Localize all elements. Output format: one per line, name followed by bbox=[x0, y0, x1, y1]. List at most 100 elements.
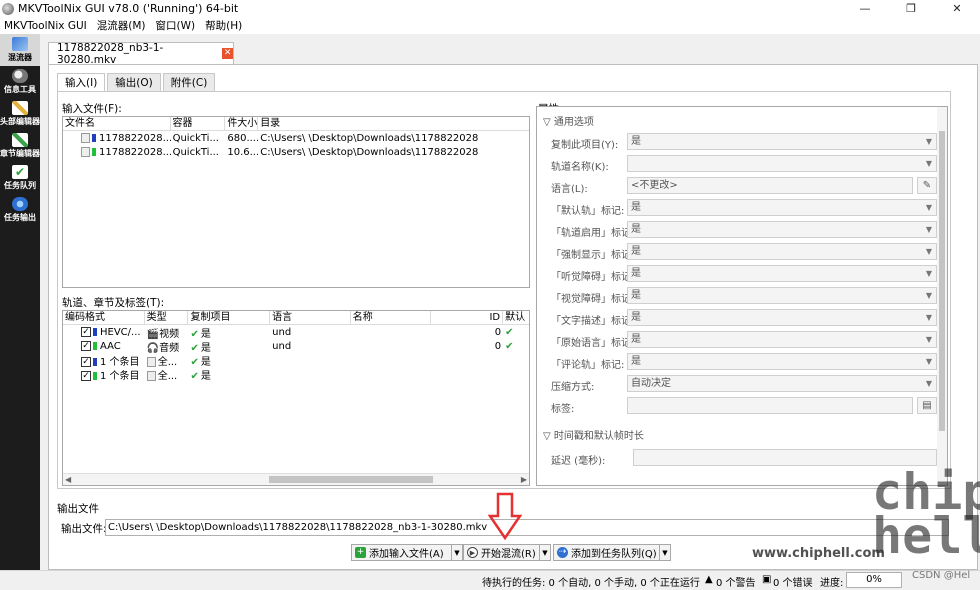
property-row: 「视觉障碍」标记: 是 ▼ bbox=[537, 285, 937, 307]
table-row[interactable]: ✓ 1 个条目 全... ✔ 是 bbox=[63, 367, 529, 382]
queue-icon: ⇢ bbox=[557, 547, 568, 558]
property-value[interactable]: 是 ▼ bbox=[627, 265, 937, 282]
track-checkbox[interactable]: ✓ bbox=[81, 370, 91, 381]
errors-count[interactable]: 0 个错误 bbox=[773, 574, 813, 589]
track-checkbox[interactable]: ✓ bbox=[81, 340, 91, 351]
property-value[interactable] bbox=[627, 397, 913, 414]
properties-panel: ▽ 通用选项 复制此项目(Y): 是 ▼ 轨道名称(K): ▼ ✎ 语言(L): <不更改> 「… bbox=[536, 106, 948, 486]
property-label: 「强制显示」标记: bbox=[551, 250, 635, 261]
add-to-queue-dropdown[interactable]: ▼ bbox=[659, 544, 671, 561]
menu-multiplexer[interactable]: 混流器(M) bbox=[97, 18, 146, 33]
output-file-input[interactable]: C:\Users\ \Desktop\Downloads\1178822028\… bbox=[105, 519, 949, 536]
property-value[interactable]: 是 ▼ bbox=[627, 309, 937, 326]
file-size: 10.6... bbox=[227, 146, 259, 158]
scroll-left-icon[interactable]: ◀ bbox=[65, 475, 71, 484]
tracks-hscrollbar[interactable]: ◀ ▶ bbox=[63, 473, 529, 485]
property-value[interactable]: 是 ▼ bbox=[627, 287, 937, 304]
sidebar-item-chapter-editor[interactable]: 章节编辑器 bbox=[0, 130, 40, 162]
start-mux-dropdown[interactable]: ▼ bbox=[539, 544, 551, 561]
add-to-queue-button[interactable]: ⇢ 添加到任务队列(Q) bbox=[553, 544, 665, 561]
start-mux-button[interactable]: ▶ 开始混流(R) bbox=[463, 544, 551, 561]
sidebar: 混流器 信息工具 头部编辑器 章节编辑器 ✔ 任务队列 任务输出 bbox=[0, 34, 40, 570]
warnings-count[interactable]: 0 个警告 bbox=[716, 574, 756, 589]
section-timing[interactable]: ▽ 时间戳和默认帧时长 bbox=[543, 427, 644, 442]
add-input-dropdown[interactable]: ▼ bbox=[451, 544, 463, 561]
property-row: ▤ 标签: bbox=[537, 395, 937, 417]
property-value[interactable]: 是 ▼ bbox=[627, 331, 937, 348]
property-value[interactable]: 是 ▼ bbox=[627, 133, 937, 150]
properties-vscrollbar[interactable] bbox=[937, 107, 947, 485]
property-row: 「听觉障碍」标记: 是 ▼ bbox=[537, 263, 937, 285]
tracks-header: 编码格式 类型 复制项目 语言 名称 ID 默认 bbox=[63, 311, 529, 325]
chevron-down-icon: ▼ bbox=[925, 357, 932, 366]
menu-window[interactable]: 窗口(W) bbox=[156, 18, 196, 33]
close-tab-icon[interactable]: ✕ bbox=[222, 48, 233, 59]
track-language: und bbox=[272, 326, 292, 338]
track-checkbox[interactable]: ✓ bbox=[81, 356, 91, 367]
col-id[interactable]: ID bbox=[431, 311, 504, 324]
restore-button[interactable]: ❐ bbox=[888, 0, 934, 17]
header-editor-icon bbox=[12, 101, 28, 115]
sidebar-item-multiplexer[interactable]: 混流器 bbox=[0, 34, 40, 66]
tracks-list[interactable]: 编码格式 类型 复制项目 语言 名称 ID 默认 ✓ HEVC/... 🎬视频 ✔… bbox=[62, 310, 530, 486]
property-value[interactable]: <不更改> bbox=[627, 177, 913, 194]
browse-tags-icon[interactable]: ▤ bbox=[917, 397, 937, 414]
scroll-right-icon[interactable]: ▶ bbox=[521, 475, 527, 484]
property-value-text: 是 bbox=[631, 202, 641, 213]
col-default[interactable]: 默认 bbox=[503, 311, 529, 324]
tab-output[interactable]: 输出(O) bbox=[107, 73, 161, 91]
input-files-list[interactable]: 文件名 容器 件大小 目录 1178822028... QuickTi... 6… bbox=[62, 116, 530, 288]
file-tab[interactable]: 1178822028_nb3-1-30280.mkv ✕ bbox=[48, 42, 234, 66]
table-row[interactable]: ✓ 1 个条目 全... ✔ 是 bbox=[63, 353, 529, 368]
table-row[interactable]: 1178822028... QuickTi... 10.6... C:\User… bbox=[63, 145, 529, 159]
menu-mkvtoolnix[interactable]: MKVToolNix GUI bbox=[4, 20, 87, 32]
file-container: QuickTi... bbox=[172, 146, 219, 158]
property-value[interactable]: 自动决定 ▼ bbox=[627, 375, 937, 392]
col-language[interactable]: 语言 bbox=[270, 311, 351, 324]
table-row[interactable]: ✓ AAC 🎧音频 ✔ 是 und 0 ✔ bbox=[63, 339, 529, 354]
sidebar-item-info-tool[interactable]: 信息工具 bbox=[0, 66, 40, 98]
col-directory[interactable]: 目录 bbox=[258, 117, 529, 130]
property-value[interactable]: 是 ▼ bbox=[627, 353, 937, 370]
sidebar-item-header-editor[interactable]: 头部编辑器 bbox=[0, 98, 40, 130]
close-button[interactable]: ✕ bbox=[934, 0, 980, 17]
sidebar-item-job-queue[interactable]: ✔ 任务队列 bbox=[0, 162, 40, 194]
edit-language-icon[interactable]: ✎ bbox=[917, 177, 937, 194]
progress-bar: 0% bbox=[846, 572, 902, 588]
subtabs: 输入(I) 输出(O) 附件(C) bbox=[57, 73, 217, 91]
section-general[interactable]: ▽ 通用选项 bbox=[543, 113, 594, 128]
menu-help[interactable]: 帮助(H) bbox=[205, 18, 242, 33]
chevron-down-icon: ▼ bbox=[925, 159, 932, 168]
property-value[interactable]: 是 ▼ bbox=[627, 243, 937, 260]
chevron-down-icon: ▼ bbox=[454, 548, 460, 557]
property-value-text: <不更改> bbox=[631, 180, 678, 191]
col-name[interactable]: 名称 bbox=[351, 311, 432, 324]
property-value[interactable]: ▼ bbox=[627, 155, 937, 172]
sidebar-item-label: 头部编辑器 bbox=[0, 117, 40, 126]
tab-input[interactable]: 输入(I) bbox=[57, 73, 106, 91]
table-row[interactable]: ✓ HEVC/... 🎬视频 ✔ 是 und 0 ✔ bbox=[63, 325, 529, 340]
col-type[interactable]: 类型 bbox=[145, 311, 189, 324]
col-copy[interactable]: 复制项目 bbox=[188, 311, 271, 324]
pending-jobs-status: 待执行的任务: 0 个自动, 0 个手动, 0 个正在运行 bbox=[482, 578, 700, 589]
add-input-files-button[interactable]: + 添加输入文件(A) bbox=[351, 544, 459, 561]
property-row: 「强制显示」标记: 是 ▼ bbox=[537, 241, 937, 263]
scroll-thumb[interactable] bbox=[269, 476, 433, 483]
property-value-text: 是 bbox=[631, 290, 641, 301]
tab-attachments[interactable]: 附件(C) bbox=[162, 73, 216, 91]
sidebar-item-job-output[interactable]: 任务输出 bbox=[0, 194, 40, 226]
property-value[interactable]: 是 ▼ bbox=[627, 221, 937, 238]
col-filename[interactable]: 文件名 bbox=[63, 117, 171, 130]
table-row[interactable]: 1178822028... QuickTi... 680.... C:\User… bbox=[63, 131, 529, 145]
track-checkbox[interactable]: ✓ bbox=[81, 326, 91, 337]
property-value[interactable]: 是 ▼ bbox=[627, 199, 937, 216]
col-filesize[interactable]: 件大小 bbox=[225, 117, 259, 130]
scroll-thumb[interactable] bbox=[939, 131, 945, 431]
chevron-down-icon: ▼ bbox=[925, 313, 932, 322]
col-codec[interactable]: 编码格式 bbox=[63, 311, 145, 324]
property-label: 「文字描述」标记: bbox=[551, 316, 635, 327]
chevron-down-icon: ▼ bbox=[662, 548, 668, 557]
file-directory: C:\Users\ \Desktop\Downloads\1178822028 bbox=[260, 132, 479, 144]
minimize-button[interactable]: — bbox=[842, 0, 888, 17]
col-container[interactable]: 容器 bbox=[171, 117, 226, 130]
